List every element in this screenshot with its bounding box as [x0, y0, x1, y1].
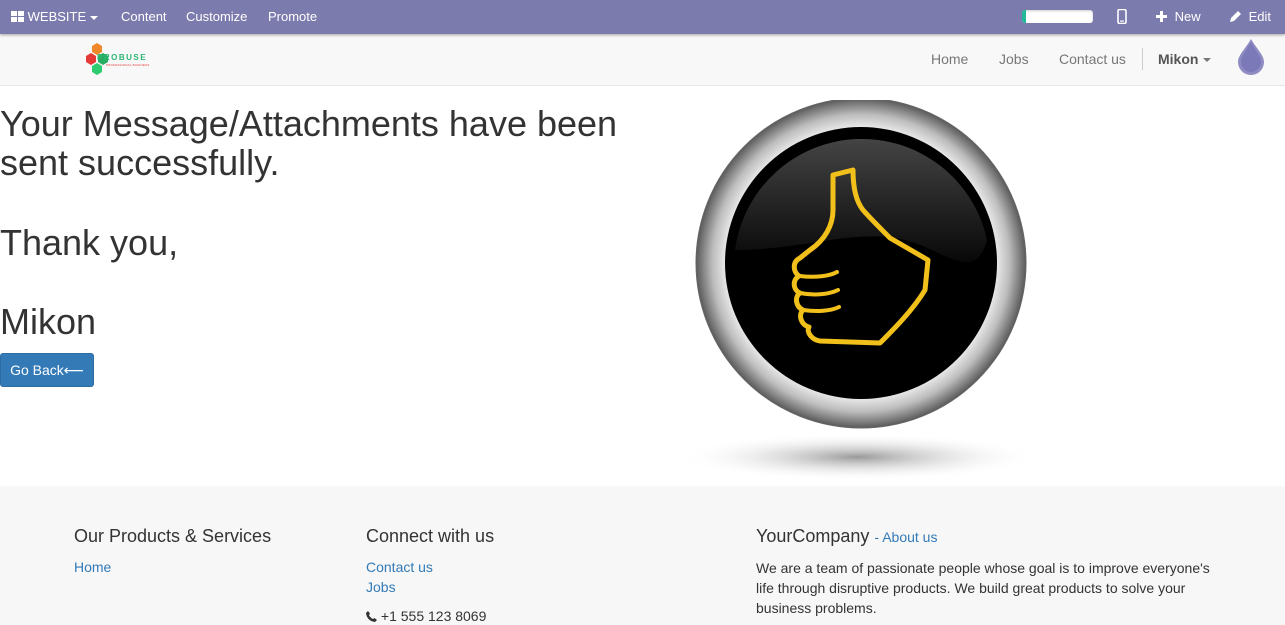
edit-button[interactable]: Edit	[1230, 0, 1271, 34]
new-label: New	[1174, 9, 1201, 24]
footer-phone: +1 555 123 8069	[366, 608, 486, 624]
plus-icon	[1156, 9, 1171, 24]
nav-contact-us[interactable]: Contact us	[1059, 34, 1126, 86]
company-heading: YourCompany - About us	[756, 526, 937, 547]
footer-link-home[interactable]: Home	[74, 559, 111, 575]
products-heading: Our Products & Services	[74, 526, 272, 546]
progress-fill	[1022, 10, 1026, 23]
nav-divider	[1142, 48, 1143, 70]
connect-heading: Connect with us	[366, 526, 495, 546]
mobile-icon	[1117, 8, 1127, 25]
progress-bar	[1022, 10, 1093, 23]
apps-grid-icon	[11, 9, 28, 24]
nav-home[interactable]: Home	[931, 34, 968, 86]
website-label: WEBSITE	[27, 9, 87, 24]
user-menu[interactable]: Mikon	[1158, 34, 1212, 86]
thank-you-text: Thank you,	[0, 222, 179, 263]
caret-down-icon	[90, 15, 99, 20]
go-back-button[interactable]: Go Back⟵	[0, 353, 94, 387]
new-button[interactable]: New	[1156, 0, 1201, 34]
thumbs-up-icon	[675, 97, 1040, 490]
footer-link-contact-us[interactable]: Contact us	[366, 559, 433, 575]
company-name: YourCompany	[756, 526, 870, 546]
user-name: Mikon	[1158, 51, 1199, 67]
signature-name: Mikon	[0, 301, 97, 342]
phone-icon	[366, 608, 381, 624]
nav-jobs[interactable]: Jobs	[999, 34, 1029, 86]
content-menu[interactable]: Content	[121, 0, 167, 34]
customize-menu[interactable]: Customize	[186, 0, 247, 34]
admin-bar: WEBSITE Content Customize Promote New Ed…	[0, 0, 1285, 34]
phone-number: +1 555 123 8069	[380, 608, 487, 624]
footer-link-jobs[interactable]: Jobs	[366, 579, 396, 595]
site-footer: Our Products & Services Home Connect wit…	[0, 486, 1285, 625]
pencil-icon	[1230, 9, 1246, 24]
edit-label: Edit	[1248, 9, 1272, 24]
logo[interactable]: PROBUSE PROFESSIONAL BUSINESS	[84, 42, 156, 78]
mobile-preview-button[interactable]	[1117, 0, 1127, 34]
success-message: Your Message/Attachments have been sent …	[0, 104, 660, 182]
about-us-link[interactable]: - About us	[874, 529, 937, 545]
promote-menu[interactable]: Promote	[268, 0, 317, 34]
company-description: We are a team of passionate people whose…	[756, 560, 1210, 616]
logo-tagline: PROFESSIONAL BUSINESS	[106, 63, 150, 67]
droplet-icon[interactable]	[1235, 38, 1267, 81]
success-line-2: sent successfully.	[0, 142, 280, 183]
site-navbar: PROBUSE PROFESSIONAL BUSINESS Home Jobs …	[0, 34, 1285, 86]
caret-down-icon	[1203, 58, 1212, 63]
success-line-1: Your Message/Attachments have been	[0, 103, 618, 144]
logo-text: PROBUSE	[97, 53, 148, 62]
website-menu[interactable]: WEBSITE	[11, 0, 99, 34]
